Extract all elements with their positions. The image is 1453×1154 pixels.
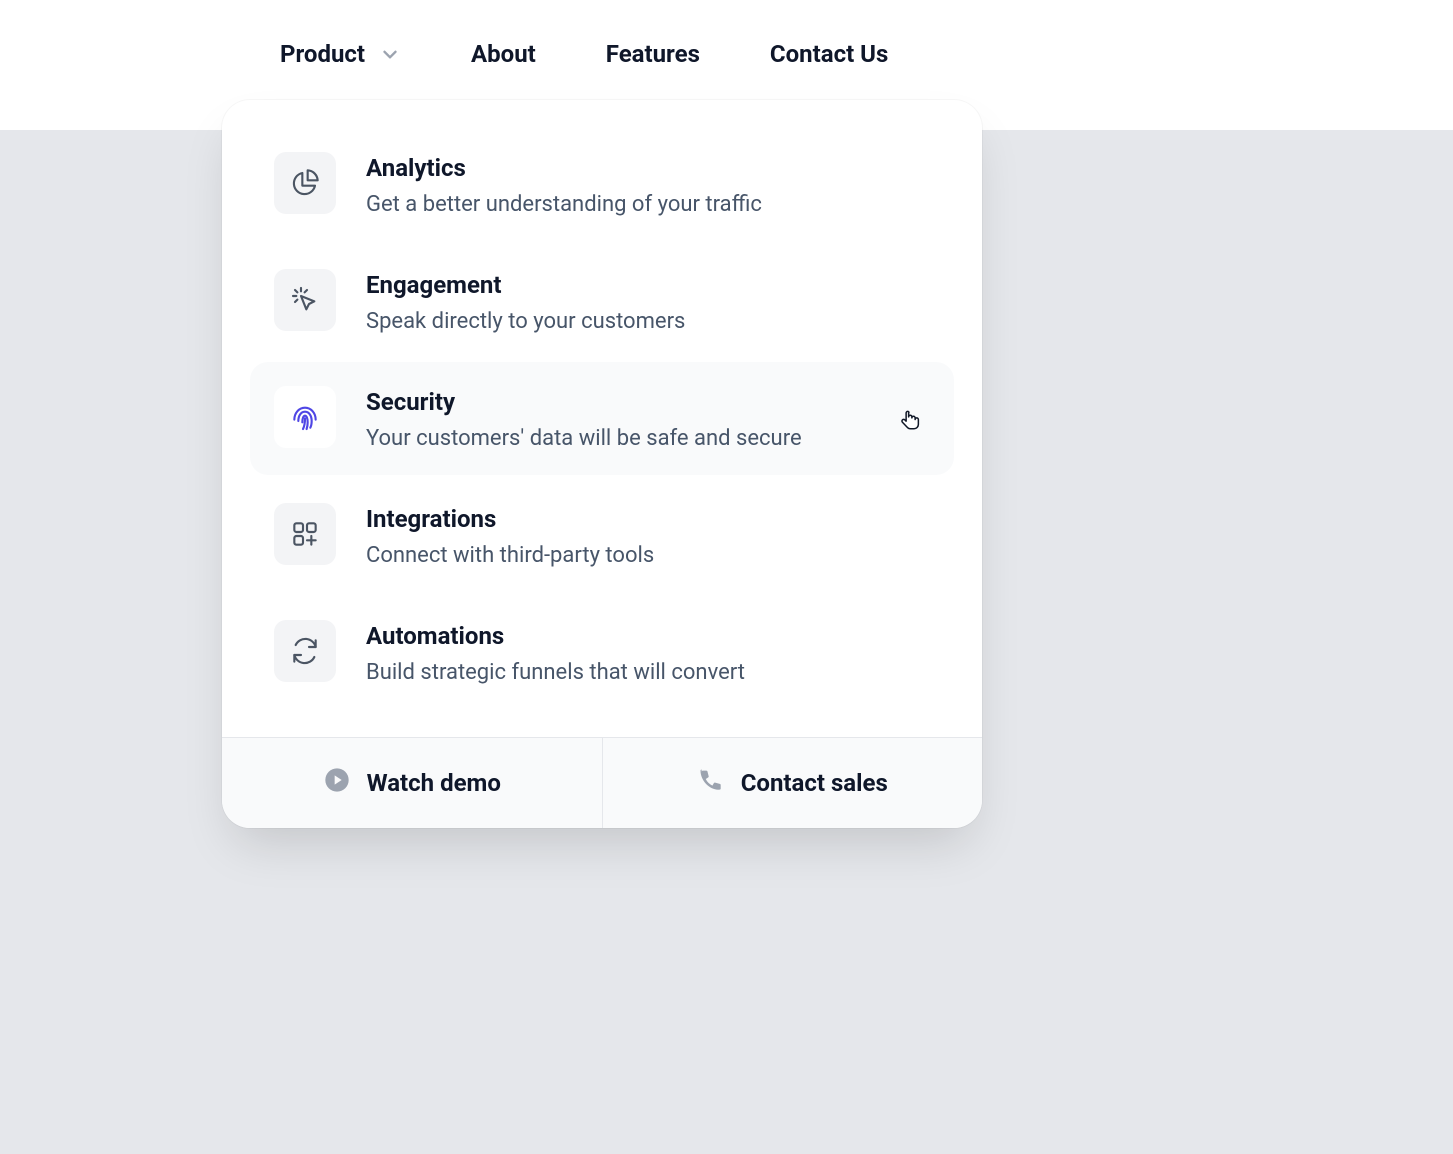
- footer-button-label: Watch demo: [367, 769, 501, 797]
- flyout-menu-list: Analytics Get a better understanding of …: [222, 100, 982, 737]
- menu-item-automations[interactable]: Automations Build strategic funnels that…: [250, 596, 954, 709]
- top-nav: Product About Features Contact Us: [0, 0, 1453, 108]
- menu-item-title: Integrations: [366, 505, 654, 533]
- refresh-icon: [274, 620, 336, 682]
- menu-item-desc: Connect with third-party tools: [366, 543, 654, 568]
- nav-label: Contact Us: [770, 40, 888, 68]
- play-circle-icon: [323, 766, 351, 800]
- menu-item-title: Automations: [366, 622, 745, 650]
- watch-demo-button[interactable]: Watch demo: [222, 738, 603, 828]
- menu-item-desc: Your customers' data will be safe and se…: [366, 426, 802, 451]
- menu-item-text: Security Your customers' data will be sa…: [366, 386, 802, 451]
- nav-item-contact-us[interactable]: Contact Us: [770, 40, 888, 68]
- product-flyout-menu: Analytics Get a better understanding of …: [222, 100, 982, 828]
- contact-sales-button[interactable]: Contact sales: [603, 738, 983, 828]
- menu-item-desc: Speak directly to your customers: [366, 309, 685, 334]
- pointer-cursor-icon: [898, 406, 924, 432]
- menu-item-desc: Build strategic funnels that will conver…: [366, 660, 745, 685]
- menu-item-integrations[interactable]: Integrations Connect with third-party to…: [250, 479, 954, 592]
- nav-item-about[interactable]: About: [471, 40, 536, 68]
- menu-item-analytics[interactable]: Analytics Get a better understanding of …: [250, 128, 954, 241]
- cursor-click-icon: [274, 269, 336, 331]
- nav-label: Features: [606, 40, 700, 68]
- menu-item-title: Engagement: [366, 271, 685, 299]
- menu-item-text: Engagement Speak directly to your custom…: [366, 269, 685, 334]
- menu-item-engagement[interactable]: Engagement Speak directly to your custom…: [250, 245, 954, 358]
- nav-label: Product: [280, 40, 365, 68]
- menu-item-title: Analytics: [366, 154, 762, 182]
- menu-item-desc: Get a better understanding of your traff…: [366, 192, 762, 217]
- fingerprint-icon: [274, 386, 336, 448]
- flyout-footer: Watch demo Contact sales: [222, 737, 982, 828]
- nav-item-features[interactable]: Features: [606, 40, 700, 68]
- footer-button-label: Contact sales: [741, 769, 888, 797]
- menu-item-text: Analytics Get a better understanding of …: [366, 152, 762, 217]
- chart-pie-icon: [274, 152, 336, 214]
- menu-item-title: Security: [366, 388, 802, 416]
- menu-item-text: Integrations Connect with third-party to…: [366, 503, 654, 568]
- phone-icon: [697, 766, 725, 800]
- menu-item-security[interactable]: Security Your customers' data will be sa…: [250, 362, 954, 475]
- squares-plus-icon: [274, 503, 336, 565]
- chevron-down-icon: [379, 43, 401, 65]
- menu-item-text: Automations Build strategic funnels that…: [366, 620, 745, 685]
- nav-item-product[interactable]: Product: [280, 40, 401, 68]
- nav-label: About: [471, 40, 536, 68]
